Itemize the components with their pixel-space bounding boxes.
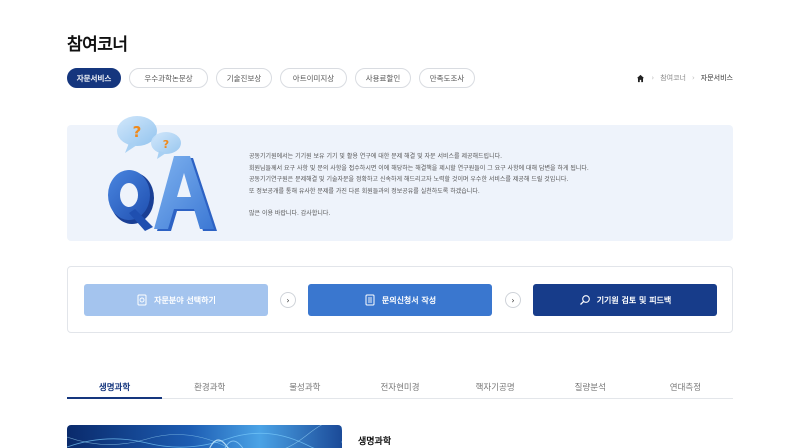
- magnifier-icon: [579, 295, 590, 305]
- category-pills: 자문서비스 우수과학논문상 기술진보상 아트이미지상 사용료할인 만족도조사: [67, 68, 475, 88]
- tab-mass-spectrometry[interactable]: 질량분석: [543, 379, 638, 398]
- step-label: 기기원 검토 및 피드백: [596, 295, 672, 305]
- pill-art-image-award[interactable]: 아트이미지상: [280, 68, 347, 88]
- step-label: 자문분야 선택하기: [154, 295, 216, 305]
- pill-tech-progress-award[interactable]: 기술진보상: [216, 68, 272, 88]
- question-mark-icon: ?: [133, 123, 142, 141]
- dna-graphic: [67, 425, 342, 448]
- step-label: 문의신청서 작성: [381, 295, 437, 305]
- question-mark-icon: ?: [163, 138, 169, 151]
- process-steps: 자문분야 선택하기 › 문의신청서 작성 › 기기원 검토 및 피드백: [67, 266, 733, 333]
- tab-electron-microscope[interactable]: 전자현미경: [352, 379, 447, 398]
- section-title: 생명과학: [358, 437, 392, 447]
- breadcrumb-participation[interactable]: 참여코너: [660, 73, 686, 83]
- intro-closing: 많은 이용 바랍니다. 감사합니다.: [249, 210, 331, 217]
- tab-material-science[interactable]: 물성과학: [257, 379, 352, 398]
- tab-life-science[interactable]: 생명과학: [67, 379, 163, 399]
- pill-satisfaction-survey[interactable]: 만족도조사: [419, 68, 475, 88]
- step-write-form-button[interactable]: 문의신청서 작성: [308, 284, 492, 316]
- breadcrumb-separator: ›: [651, 74, 655, 82]
- intro-line: 또 정보공개를 통해 유사한 문제를 가진 다른 회원들과의 정보공유를 실천하…: [249, 187, 480, 195]
- breadcrumb-separator: ›: [691, 74, 695, 82]
- chevron-right-icon: ›: [505, 292, 521, 308]
- form-icon: [365, 294, 375, 306]
- field-tabs: 생명과학 환경과학 물성과학 전자현미경 핵자기공명 질량분석 연대측정: [67, 379, 733, 399]
- tab-nmr[interactable]: 핵자기공명: [448, 379, 543, 398]
- page-title: 참여코너: [67, 35, 128, 55]
- document-icon: [137, 294, 147, 306]
- tab-environmental-science[interactable]: 환경과학: [162, 379, 257, 398]
- step-review-feedback-button[interactable]: 기기원 검토 및 피드백: [533, 284, 717, 316]
- breadcrumb: › 참여코너 › 자문서비스: [636, 73, 733, 83]
- intro-line: 회원님들께서 요구 사항 및 문의 사항을 접수하시면 이에 해당하는 해결책을…: [249, 164, 589, 172]
- intro-line: 공동기기원에서는 기기원 보유 기기 및 활용 연구에 대한 문제 해결 및 자…: [249, 153, 503, 160]
- pill-advisory-service[interactable]: 자문서비스: [67, 68, 121, 88]
- intro-text: 공동기기원에서는 기기원 보유 기기 및 활용 연구에 대한 문제 해결 및 자…: [249, 151, 719, 220]
- intro-panel: ? ? 공동기기원에서는 기기원 보유 기기 및 활용 연구에 대한 문제 해결…: [67, 116, 733, 241]
- qa-illustration: ? ?: [108, 116, 217, 231]
- pill-fee-discount[interactable]: 사용료할인: [355, 68, 411, 88]
- home-icon[interactable]: [636, 74, 645, 83]
- breadcrumb-current: 자문서비스: [700, 74, 733, 82]
- step-select-field-button[interactable]: 자문분야 선택하기: [84, 284, 268, 316]
- pill-science-paper-award[interactable]: 우수과학논문상: [129, 68, 208, 88]
- tab-age-dating[interactable]: 연대측정: [638, 379, 733, 398]
- intro-line: 공동기기연구원은 문제해결 및 기술자문을 정확하고 신속하게 해드리고자 노력…: [249, 176, 569, 183]
- section-image: [67, 425, 342, 448]
- chevron-right-icon: ›: [280, 292, 296, 308]
